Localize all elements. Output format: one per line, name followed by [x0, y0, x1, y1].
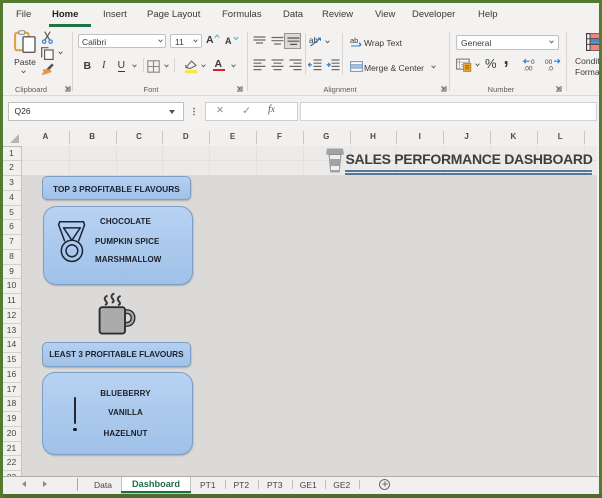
svg-text:.0: .0 [548, 66, 554, 73]
svg-text:ab: ab [350, 36, 358, 45]
svg-text:.00: .00 [524, 66, 533, 73]
